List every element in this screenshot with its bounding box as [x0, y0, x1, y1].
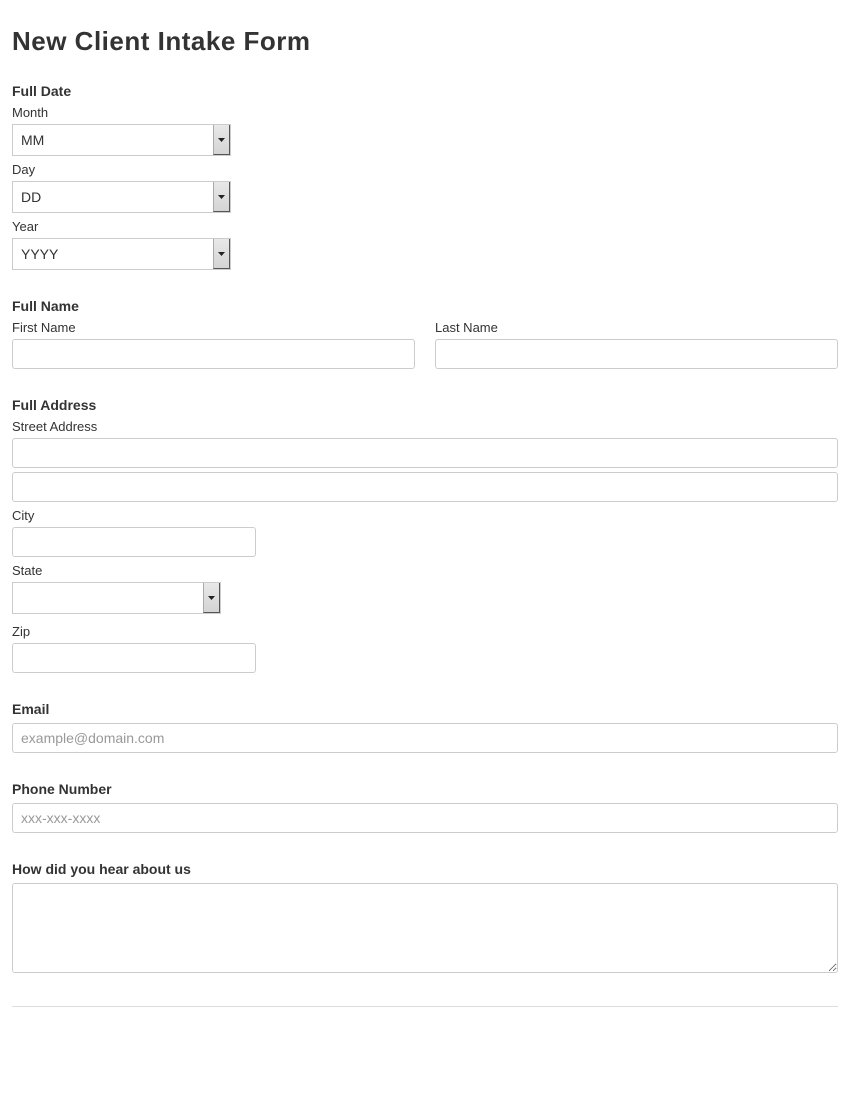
month-label: Month — [12, 105, 838, 120]
month-select[interactable]: MM — [12, 124, 231, 156]
last-name-input[interactable] — [435, 339, 838, 369]
first-name-input[interactable] — [12, 339, 415, 369]
page-title: New Client Intake Form — [12, 26, 838, 57]
phone-input[interactable] — [12, 803, 838, 833]
year-select[interactable]: YYYY — [12, 238, 231, 270]
phone-section-label: Phone Number — [12, 781, 838, 797]
name-section-label: Full Name — [12, 298, 838, 314]
street-address-input-1[interactable] — [12, 438, 838, 468]
month-select-value: MM — [13, 125, 213, 155]
state-select-value — [13, 583, 203, 613]
city-label: City — [12, 508, 838, 523]
chevron-down-icon[interactable] — [203, 583, 220, 613]
hear-section-label: How did you hear about us — [12, 861, 838, 877]
chevron-down-icon[interactable] — [213, 125, 230, 155]
hear-textarea[interactable] — [12, 883, 838, 973]
day-select-value: DD — [13, 182, 213, 212]
state-label: State — [12, 563, 838, 578]
date-section-label: Full Date — [12, 83, 838, 99]
zip-label: Zip — [12, 624, 838, 639]
email-input[interactable] — [12, 723, 838, 753]
day-select[interactable]: DD — [12, 181, 231, 213]
street-address-label: Street Address — [12, 419, 838, 434]
year-select-value: YYYY — [13, 239, 213, 269]
divider — [12, 1006, 838, 1007]
zip-input[interactable] — [12, 643, 256, 673]
first-name-label: First Name — [12, 320, 415, 335]
chevron-down-icon[interactable] — [213, 182, 230, 212]
address-section-label: Full Address — [12, 397, 838, 413]
last-name-label: Last Name — [435, 320, 838, 335]
year-label: Year — [12, 219, 838, 234]
email-section-label: Email — [12, 701, 838, 717]
city-input[interactable] — [12, 527, 256, 557]
chevron-down-icon[interactable] — [213, 239, 230, 269]
street-address-input-2[interactable] — [12, 472, 838, 502]
state-select[interactable] — [12, 582, 221, 614]
day-label: Day — [12, 162, 838, 177]
